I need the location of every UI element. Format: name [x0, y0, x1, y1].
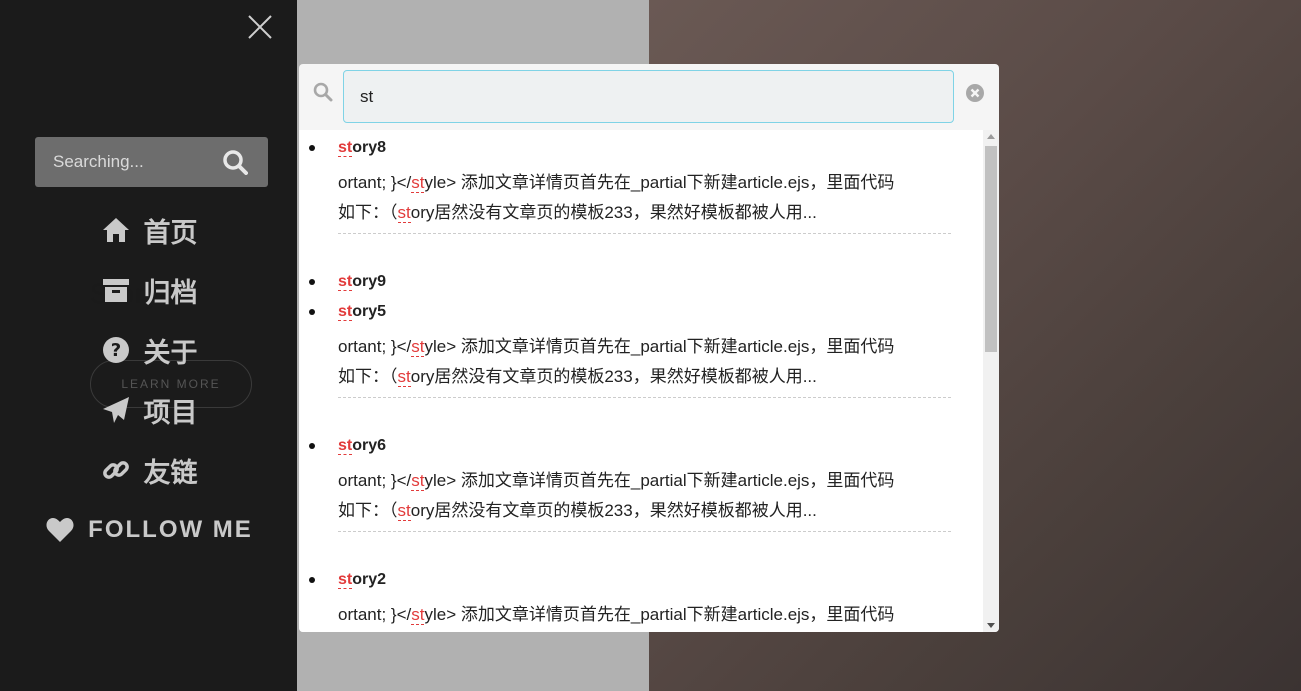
match-highlight: st — [338, 303, 353, 321]
list-bullet — [309, 309, 315, 315]
match-highlight: st — [411, 605, 425, 625]
nav-item-follow-me[interactable]: FOLLOW ME — [0, 500, 297, 560]
link-icon — [100, 454, 132, 486]
match-highlight: st — [411, 337, 425, 357]
match-highlight: st — [338, 571, 353, 589]
match-highlight: st — [411, 471, 425, 491]
nav-label: 首页 — [143, 217, 198, 249]
nav-label: FOLLOW ME — [88, 516, 253, 543]
list-bullet — [309, 577, 315, 583]
result-title[interactable]: story2 — [338, 570, 951, 600]
clear-search-icon[interactable] — [965, 83, 985, 107]
search-result-item[interactable]: story9 — [299, 272, 951, 302]
result-excerpt: ortant; }</style> 添加文章详情页首先在_partial下新建a… — [338, 168, 951, 234]
result-excerpt: ortant; }</style> 添加文章详情页首先在_partial下新建a… — [338, 600, 951, 632]
paper-plane-icon — [100, 394, 132, 426]
match-highlight: st — [338, 273, 353, 291]
result-excerpt: ortant; }</style> 添加文章详情页首先在_partial下新建a… — [338, 332, 951, 398]
match-highlight: st — [338, 437, 353, 455]
scroll-down-icon[interactable] — [987, 623, 995, 628]
search-result-item[interactable]: story2 ortant; }</style> 添加文章详情页首先在_part… — [299, 570, 951, 632]
heart-icon — [44, 514, 76, 546]
nav-item-projects[interactable]: 项目 — [0, 380, 297, 440]
nav-item-home[interactable]: 首页 — [0, 200, 297, 260]
match-highlight: st — [397, 203, 411, 223]
results-scrollbar[interactable] — [983, 130, 999, 632]
search-input[interactable] — [343, 70, 954, 123]
search-result-item[interactable]: story6 ortant; }</style> 添加文章详情页首先在_part… — [299, 436, 951, 532]
list-bullet — [309, 443, 315, 449]
nav-label: 项目 — [143, 397, 198, 429]
search-result-item[interactable]: story5 ortant; }</style> 添加文章详情页首先在_part… — [299, 302, 951, 398]
search-result-item[interactable]: story8 ortant; }</style> 添加文章详情页首先在_part… — [299, 138, 951, 234]
match-highlight: st — [397, 367, 411, 387]
result-title[interactable]: story9 — [338, 272, 951, 302]
question-icon: ? — [100, 334, 132, 366]
result-title[interactable]: story8 — [338, 138, 951, 168]
match-highlight: st — [411, 173, 425, 193]
match-highlight: st — [397, 501, 411, 521]
list-bullet — [309, 145, 315, 151]
match-highlight: st — [338, 139, 353, 157]
archive-icon — [100, 274, 132, 306]
list-bullet — [309, 279, 315, 285]
search-results-modal: story8 ortant; }</style> 添加文章详情页首先在_part… — [299, 64, 999, 632]
nav-item-about[interactable]: ? 关于 — [0, 320, 297, 380]
nav-label: 归档 — [143, 277, 198, 309]
scrollbar-thumb[interactable] — [985, 146, 997, 352]
close-icon[interactable] — [245, 12, 275, 42]
nav-item-links[interactable]: 友链 — [0, 440, 297, 500]
nav-item-archive[interactable]: 归档 — [0, 260, 297, 320]
search-icon[interactable] — [222, 149, 248, 179]
nav-label: 关于 — [143, 337, 198, 369]
nav-label: 友链 — [143, 457, 198, 489]
search-header — [299, 64, 999, 130]
sidebar-search-input[interactable] — [51, 151, 215, 173]
svg-text:?: ? — [110, 340, 120, 361]
result-excerpt: ortant; }</style> 添加文章详情页首先在_partial下新建a… — [338, 466, 951, 532]
result-title[interactable]: story6 — [338, 436, 951, 466]
search-results-list: story8 ortant; }</style> 添加文章详情页首先在_part… — [299, 130, 983, 632]
result-title[interactable]: story5 — [338, 302, 951, 332]
search-icon — [313, 82, 333, 106]
home-icon — [100, 214, 132, 246]
sidebar-nav: 首页 归档 ? 关于 项目 友链 FOLLOW ME — [0, 200, 297, 560]
sidebar-search — [35, 137, 268, 187]
scroll-up-icon[interactable] — [987, 134, 995, 139]
